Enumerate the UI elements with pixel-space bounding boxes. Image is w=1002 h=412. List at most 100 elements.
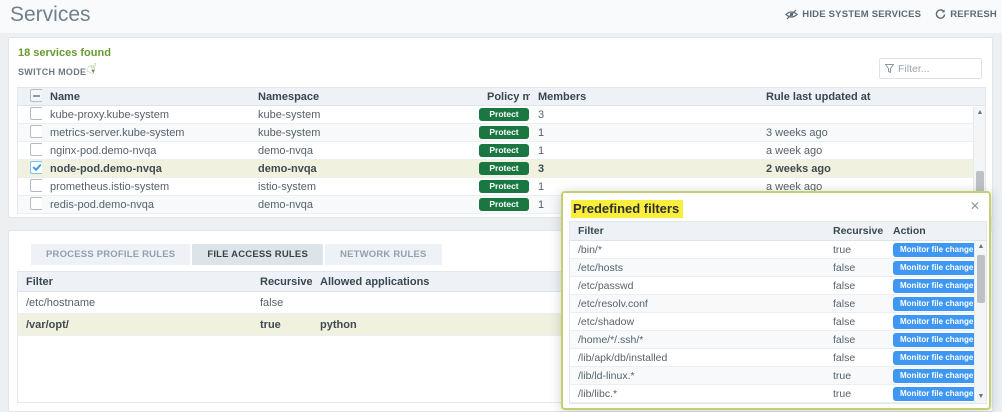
predefined-filter-row[interactable]: /etc/shadowfalse Monitor file change [570,313,986,331]
scroll-down-icon[interactable]: ▼ [975,391,987,403]
service-members: 3 [530,109,758,121]
predefined-filter-recursive: false [825,316,885,328]
row-checkbox[interactable] [30,161,42,174]
predefined-filter-row[interactable]: /lib/apk/db/installedfalse Monitor file c… [570,349,986,367]
scroll-up-icon[interactable]: ▲ [975,241,987,253]
page-title: Services [10,3,91,27]
predefined-filter-path: /etc/passwd [570,280,825,292]
service-name: node-pod.demo-nvqa [42,163,250,175]
service-rule-last-updated: 2 weeks ago [758,163,973,175]
predefined-filter-recursive: true [825,370,885,382]
service-row[interactable]: metrics-server.kube-systemkube-systemPro… [18,124,985,142]
predefined-filter-row[interactable]: /etc/resolv.conffalse Monitor file change [570,295,986,313]
service-name: kube-proxy.kube-system [42,109,250,121]
tab-network-rules[interactable]: NETWORK RULES [325,244,442,265]
scroll-up-icon[interactable]: ▲ [974,107,986,119]
service-rule-last-updated: a week ago [758,145,973,157]
predefined-filter-path: /lib/libc.* [570,388,825,400]
tab-process-profile-rules[interactable]: PROCESS PROFILE RULES [31,244,190,265]
predefined-filter-recursive: false [825,298,885,310]
rule-recursive: false [252,297,312,309]
scrollbar-thumb[interactable] [977,255,985,303]
predefined-filters-table: Filter Recursive Action /bin/*trueMonito… [569,221,987,404]
policy-mode-badge: Protect [479,108,529,121]
monitor-file-change-button[interactable]: Monitor file change [893,387,974,401]
tab-file-access-rules[interactable]: FILE ACCESS RULES [192,244,323,265]
service-row[interactable]: node-pod.demo-nvqademo-nvqaProtect32 wee… [18,160,985,178]
column-header-namespace[interactable]: Namespace [250,91,479,103]
select-all-checkbox[interactable] [30,89,42,102]
service-name: redis-pod.demo-nvqa [42,199,250,211]
monitor-file-change-button[interactable]: Monitor file change [893,297,974,311]
tap-gesture-icon[interactable]: ☝ [84,58,98,78]
dialog-table-scrollbar[interactable]: ▲ ▼ [974,241,986,403]
monitor-file-change-button[interactable]: Monitor file change [893,279,974,293]
service-namespace: kube-system [250,109,479,121]
rule-filter: /var/opt/ [18,319,252,331]
topbar: Services HIDE SYSTEM SERVICES REFRESH [0,0,1002,33]
rule-filter: /etc/hostname [18,297,252,309]
predefined-filter-path: /home/*/.ssh/* [570,334,825,346]
service-row[interactable]: nginx-pod.demo-nvqademo-nvqaProtect1a we… [18,142,985,160]
service-members: 1 [530,127,758,139]
service-name: prometheus.istio-system [42,181,250,193]
policy-mode-badge: Protect [479,126,529,139]
policy-mode-badge: Protect [479,144,529,157]
row-checkbox[interactable] [30,197,42,210]
service-name: nginx-pod.demo-nvqa [42,145,250,157]
column-header-members[interactable]: Members [530,91,758,103]
predefined-filter-row[interactable]: /home/*/.ssh/*false Monitor file change [570,331,986,349]
column-header-filter[interactable]: Filter [18,276,252,288]
column-header-recursive[interactable]: Recursive [825,225,885,237]
service-namespace: demo-nvqa [250,163,479,175]
services-filter-input[interactable] [898,63,976,75]
monitor-file-change-button[interactable]: Monitor file change [893,261,974,275]
column-header-rule-last-updated[interactable]: Rule last updated at [758,91,973,103]
service-namespace: demo-nvqa [250,199,479,211]
monitor-file-change-button[interactable]: Monitor file change [893,351,974,365]
column-header-recursive[interactable]: Recursive [252,276,312,288]
row-checkbox[interactable] [30,179,42,192]
column-header-name[interactable]: Name [42,91,250,103]
predefined-filter-recursive: true [825,244,885,256]
services-table-header: Name Namespace Policy mode Members Rule … [18,88,985,106]
policy-mode-badge: Protect [479,198,529,211]
predefined-filter-row[interactable]: /lib/libc.*true Monitor file change [570,385,986,403]
monitor-file-change-button[interactable]: Monitor file change [893,243,974,257]
column-header-filter[interactable]: Filter [570,225,825,237]
column-header-policy-mode[interactable]: Policy mode [479,91,530,103]
monitor-file-change-button[interactable]: Monitor file change [893,369,974,383]
row-checkbox[interactable] [30,125,42,138]
predefined-filter-recursive: true [825,388,885,400]
service-name: metrics-server.kube-system [42,127,250,139]
service-row[interactable]: kube-proxy.kube-systemkube-systemProtect… [18,106,985,124]
policy-mode-badge: Protect [479,180,529,193]
predefined-filter-recursive: false [825,352,885,364]
predefined-filter-path: /etc/resolv.conf [570,298,825,310]
service-members: 3 [530,163,758,175]
predefined-filter-row[interactable]: /lib/ld-linux.*true Monitor file change [570,367,986,385]
predefined-filter-path: /lib/apk/db/installed [570,352,825,364]
rules-tabs: PROCESS PROFILE RULESFILE ACCESS RULESNE… [31,244,442,265]
monitor-file-change-button[interactable]: Monitor file change [893,333,974,347]
service-namespace: istio-system [250,181,479,193]
predefined-filter-row[interactable]: /bin/*true Monitor file change [570,241,986,259]
refresh-button[interactable]: REFRESH [935,9,997,20]
predefined-filter-path: /bin/* [570,244,825,256]
service-namespace: kube-system [250,127,479,139]
predefined-filter-row[interactable]: /etc/hostsfalseMonitor file change [570,259,986,277]
service-namespace: demo-nvqa [250,145,479,157]
row-checkbox[interactable] [30,107,42,120]
monitor-file-change-button[interactable]: Monitor file change [893,315,974,329]
close-icon[interactable]: ✕ [970,199,980,213]
column-header-action[interactable]: Action [885,225,974,237]
predefined-filter-recursive: false [825,334,885,346]
predefined-filter-recursive: false [825,280,885,292]
hide-system-services-button[interactable]: HIDE SYSTEM SERVICES [785,9,921,20]
eye-off-icon [785,9,798,20]
predefined-filter-path: /etc/shadow [570,316,825,328]
row-checkbox[interactable] [30,143,42,156]
predefined-filter-row[interactable]: /etc/passwdfalse Monitor file change [570,277,986,295]
service-rule-last-updated: 3 weeks ago [758,127,973,139]
predefined-filter-path: /lib/ld-linux.* [570,370,825,382]
